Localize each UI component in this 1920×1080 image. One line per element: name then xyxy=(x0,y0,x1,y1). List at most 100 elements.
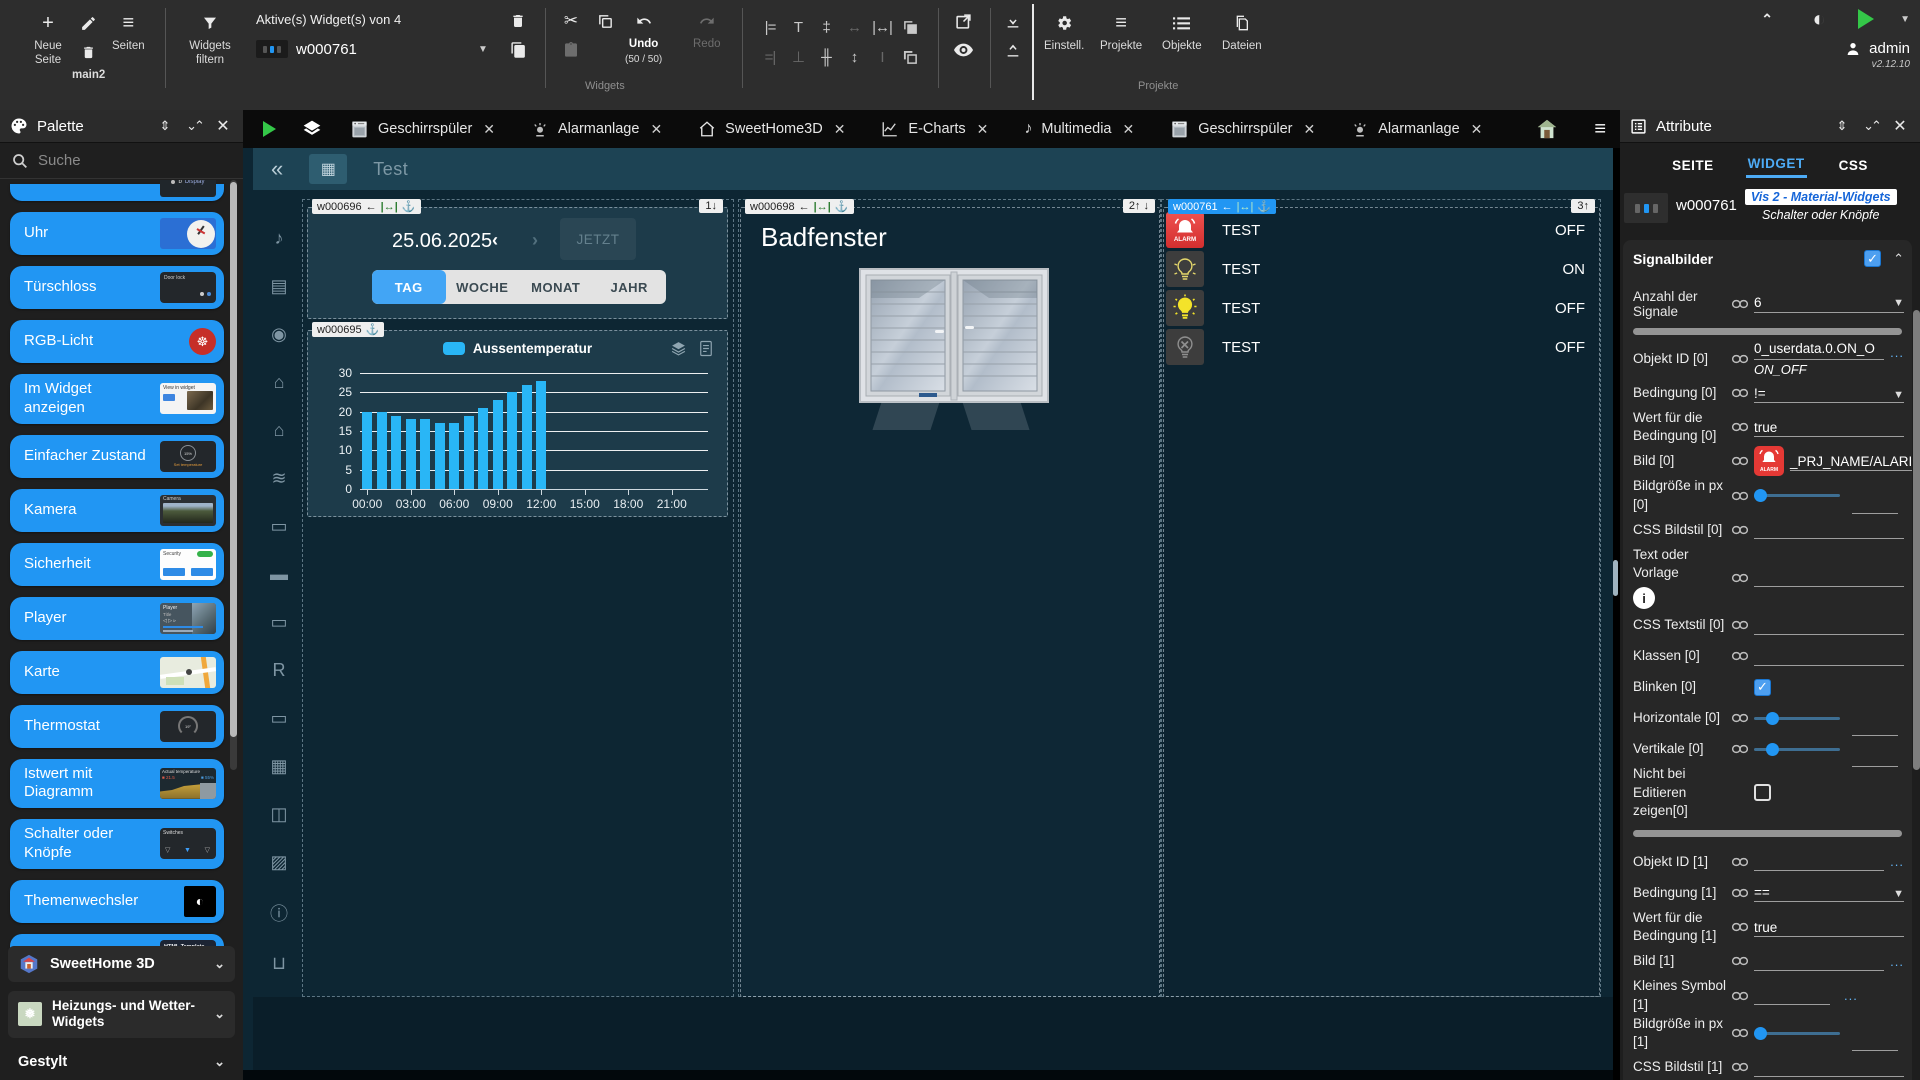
link-icon[interactable] xyxy=(1732,422,1754,432)
chart-layers-icon[interactable] xyxy=(670,340,687,357)
view-nav-icon-2[interactable]: ◉ xyxy=(271,324,287,345)
widget-label-w000698[interactable]: w000698←|↔|⚓ xyxy=(745,199,854,214)
view-nav-icon-14[interactable]: ⓘ xyxy=(270,900,288,926)
attr-tab-seite[interactable]: SEITE xyxy=(1670,154,1716,177)
widget-order-badge[interactable]: 1↓ xyxy=(699,199,723,213)
link-icon[interactable] xyxy=(1732,922,1754,932)
align-right-icon[interactable]: =| xyxy=(765,49,776,66)
slider-track[interactable] xyxy=(1754,717,1840,720)
home-view-icon[interactable] xyxy=(1536,118,1558,140)
redo-button[interactable]: Redo xyxy=(693,8,721,51)
widget-date-range[interactable]: w000696←|↔|⚓ 1↓ 25.06.2025 ‹ › JETZT TAG… xyxy=(307,207,728,319)
edit-page-button[interactable] xyxy=(76,10,102,36)
widget-signal-list[interactable]: w000761←|↔|⚓ 3↑ ALARMTESTOFFTESTONTESTOF… xyxy=(1163,207,1600,997)
files-button[interactable]: Dateien xyxy=(1222,10,1262,53)
range-tag[interactable]: TAG xyxy=(372,270,446,304)
editor-canvas[interactable]: « ▦ Test ♪▤◉⌂⌂≋▭▬▭R▭▦◫▨ⓘ⊔ w000696←|↔|⚓ 1… xyxy=(243,148,1613,1080)
palette-item-einfacher-zustand[interactable]: Einfacher Zustand15%Set temperature xyxy=(10,435,224,478)
widget-order-badge[interactable]: 2↑ ↓ xyxy=(1123,199,1155,213)
text-input[interactable] xyxy=(1754,616,1904,635)
widget-bath-window[interactable]: w000698←|↔|⚓ 2↑ ↓ Badfenster xyxy=(740,207,1160,997)
widget-set-link[interactable]: Vis 2 - Material-Widgets xyxy=(1745,189,1897,205)
link-icon[interactable] xyxy=(1732,354,1754,364)
slider-value-input[interactable] xyxy=(1852,1035,1898,1051)
link-icon[interactable] xyxy=(1732,299,1754,309)
palette-item-uhr[interactable]: Uhr xyxy=(10,212,224,255)
palette-item-istwert-mit-diagramm[interactable]: Istwert mit DiagrammActual temperature■ … xyxy=(10,759,224,809)
link-icon[interactable] xyxy=(1732,1062,1754,1072)
link-icon[interactable] xyxy=(1732,620,1754,630)
text-input[interactable] xyxy=(1754,520,1904,539)
palette-item-thermostat[interactable]: Thermostat19° xyxy=(10,705,224,748)
text-input[interactable] xyxy=(1754,986,1830,1005)
fields-hscrollbar[interactable] xyxy=(1633,328,1902,335)
view-nav-icon-12[interactable]: ◫ xyxy=(270,804,287,825)
view-tab-alarmanlage[interactable]: Alarmanlage✕ xyxy=(531,120,662,138)
distribute-horizontal-icon[interactable]: |↔| xyxy=(872,19,892,36)
view-nav-icon-7[interactable]: ▬ xyxy=(270,564,288,585)
copy-icon[interactable] xyxy=(592,8,618,34)
slider-thumb[interactable] xyxy=(1766,712,1779,725)
palette-item-clipped[interactable]: bDisplay xyxy=(10,184,224,201)
text-input[interactable]: 0_userdata.0.ON_O xyxy=(1754,341,1884,360)
image-thumbnail[interactable]: ALARM xyxy=(1754,446,1784,476)
widget-label-w000761[interactable]: w000761←|↔|⚓ xyxy=(1168,199,1276,214)
link-icon[interactable] xyxy=(1732,388,1754,398)
link-icon[interactable] xyxy=(1732,991,1754,1001)
link-icon[interactable] xyxy=(1732,651,1754,661)
close-tab-icon[interactable]: ✕ xyxy=(977,121,989,138)
slider-value-input[interactable] xyxy=(1852,498,1898,514)
link-icon[interactable] xyxy=(1732,956,1754,966)
text-input[interactable] xyxy=(1754,568,1904,587)
widget-order-badge[interactable]: 3↑ xyxy=(1571,199,1595,213)
paste-icon[interactable] xyxy=(558,37,584,63)
filter-widgets-button[interactable]: Widgets filtern xyxy=(182,10,238,68)
slider-thumb[interactable] xyxy=(1766,743,1779,756)
link-icon[interactable] xyxy=(1732,573,1754,583)
text-input[interactable] xyxy=(1754,952,1884,971)
collapse-toolbar-icon[interactable]: ⌃ xyxy=(1754,6,1780,32)
view-nav-icon-10[interactable]: ▭ xyxy=(270,708,287,729)
text-input[interactable]: true xyxy=(1754,918,1904,937)
projects-button[interactable]: ≡ Projekte xyxy=(1100,10,1142,53)
cut-icon[interactable]: ✂ xyxy=(558,8,584,34)
view-tab-geschirrspüler[interactable]: Geschirrspüler✕ xyxy=(1170,120,1315,139)
attr-tab-widget[interactable]: WIDGET xyxy=(1746,152,1807,178)
view-tab-e-charts[interactable]: E-Charts✕ xyxy=(881,120,988,138)
attributes-expand-icon[interactable]: ⇕ xyxy=(1832,118,1852,134)
close-tab-icon[interactable]: ✕ xyxy=(650,121,662,138)
view-nav-icon-13[interactable]: ▨ xyxy=(270,852,287,873)
slider-track[interactable] xyxy=(1754,1032,1840,1035)
view-tab-alarmanlage[interactable]: Alarmanlage✕ xyxy=(1351,120,1482,138)
now-button[interactable]: JETZT xyxy=(560,218,636,260)
group-collapse-icon[interactable]: ⌃ xyxy=(1893,251,1904,267)
pages-button[interactable]: ≡ Seiten xyxy=(112,10,145,53)
collapse-menu-icon[interactable]: « xyxy=(271,156,283,182)
range-monat[interactable]: MONAT xyxy=(519,270,593,304)
center-vertical-icon[interactable]: ╫ xyxy=(821,49,831,66)
palette-item-türschloss[interactable]: TürschlossDoor lock xyxy=(10,266,224,309)
palette-item-player[interactable]: PlayerPlayerTitle◁ ▷ ▹ xyxy=(10,597,224,640)
center-horizontal-icon[interactable]: ‡ xyxy=(822,19,829,36)
palette-item-im-widget-anzeigen[interactable]: Im Widget anzeigenView in widget xyxy=(10,374,224,424)
theme-toggle-icon[interactable]: ◐ xyxy=(1806,6,1832,32)
align-top-icon[interactable]: T xyxy=(794,19,802,36)
open-in-new-icon[interactable] xyxy=(950,8,976,34)
link-icon[interactable] xyxy=(1732,857,1754,867)
close-tab-icon[interactable]: ✕ xyxy=(1471,121,1483,138)
attributes-scrollbar[interactable] xyxy=(1913,310,1920,770)
prev-date-button[interactable]: ‹ xyxy=(492,230,498,251)
preview-eye-icon[interactable] xyxy=(950,37,976,63)
link-icon[interactable] xyxy=(1732,744,1754,754)
bring-front-icon[interactable] xyxy=(903,20,918,35)
view-nav-icon-11[interactable]: ▦ xyxy=(270,756,287,777)
palette-collapse-icon[interactable]: ⌄⌃ xyxy=(184,118,204,134)
view-nav-icon-1[interactable]: ▤ xyxy=(270,276,287,297)
palette-item-karte[interactable]: Karte xyxy=(10,651,224,694)
view-nav-icon-8[interactable]: ▭ xyxy=(270,612,287,633)
palette-group-gestylt[interactable]: Gestylt⌄ xyxy=(8,1047,235,1078)
delete-page-button[interactable] xyxy=(76,39,102,65)
select-input[interactable]: ==▼ xyxy=(1754,883,1904,902)
same-width-icon[interactable]: ↔ xyxy=(847,19,861,36)
slider-track[interactable] xyxy=(1754,748,1840,751)
